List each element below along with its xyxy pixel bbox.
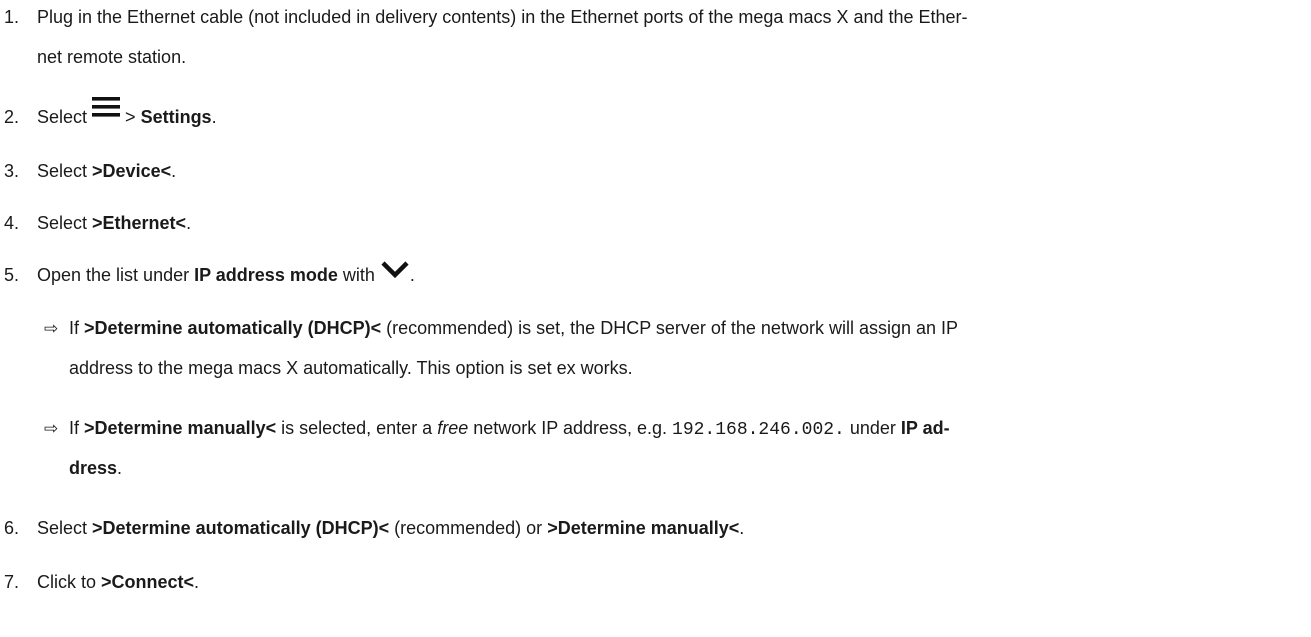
step-number: 1. xyxy=(4,7,20,27)
result-arrow-icon: ⇨ xyxy=(44,319,59,338)
step-number: 2. xyxy=(4,107,20,127)
step-text: Select >Device<. xyxy=(37,161,177,181)
menu-icon xyxy=(92,97,121,134)
step-number: 3. xyxy=(4,161,20,181)
result-text: address to the mega macs X automatically… xyxy=(69,358,633,378)
instruction-document: 1. Plug in the Ethernet cable (not inclu… xyxy=(0,0,1311,637)
step-text: Plug in the Ethernet cable (not included… xyxy=(37,7,968,27)
result-text: If >Determine automatically (DHCP)< (rec… xyxy=(69,318,959,338)
chevron-down-icon xyxy=(380,259,410,292)
step-number: 5. xyxy=(4,265,20,285)
step-number: 7. xyxy=(4,572,20,592)
result-text: If >Determine manually< is selected, ent… xyxy=(69,418,950,440)
step-number: 4. xyxy=(4,213,20,233)
result-text: dress. xyxy=(69,458,123,478)
step-text: Select >Ethernet<. xyxy=(37,213,192,233)
step-text: Click to >Connect<. xyxy=(37,572,200,592)
step-text: Select >Determine automatically (DHCP)< … xyxy=(37,518,745,538)
step-text: Open the list under IP address mode with… xyxy=(37,259,415,292)
step-number: 6. xyxy=(4,518,20,538)
step-text: Select > Settings. xyxy=(37,97,217,134)
step-text: net remote station. xyxy=(37,47,187,67)
result-arrow-icon: ⇨ xyxy=(44,419,59,438)
ip-address-example: 192.168.246.002. xyxy=(672,420,845,440)
